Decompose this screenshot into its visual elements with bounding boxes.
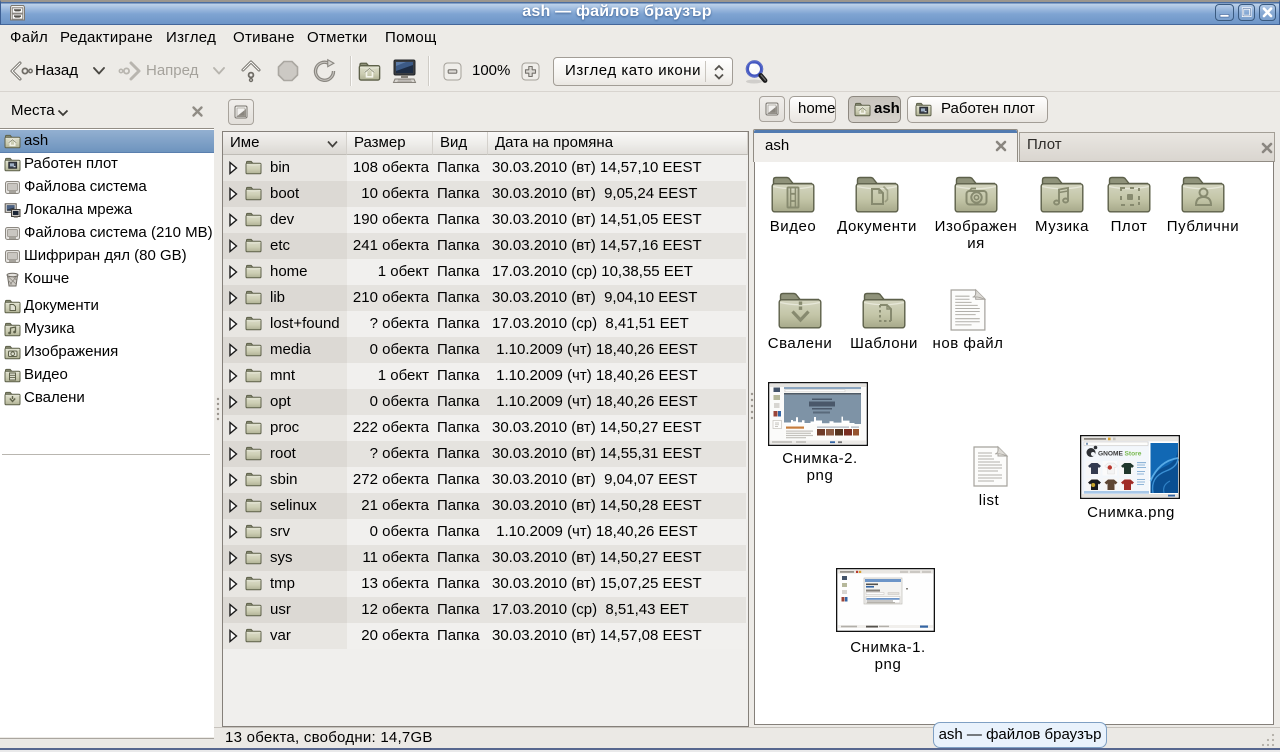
svg-text:GNOME: GNOME <box>1098 451 1124 458</box>
svg-text:Store: Store <box>1125 451 1142 458</box>
